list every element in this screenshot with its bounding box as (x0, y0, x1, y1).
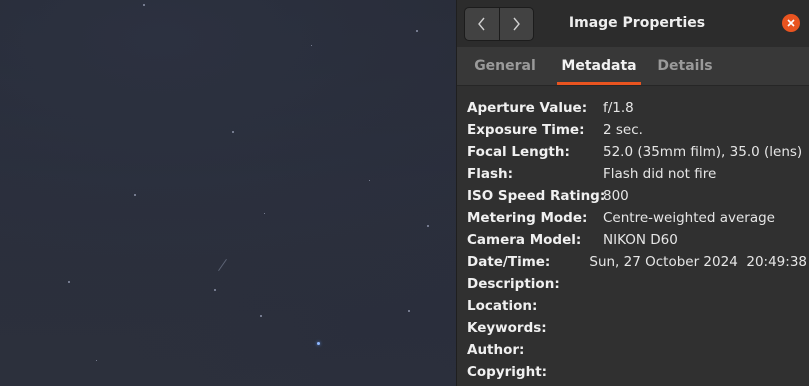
metadata-label: ISO Speed Rating: (467, 188, 606, 204)
star (369, 180, 370, 181)
metadata-label: Description: (467, 276, 560, 292)
metadata-value: f/1.8 (603, 100, 634, 116)
star (408, 310, 410, 312)
metadata-label: Flash: (467, 166, 514, 182)
metadata-label: Location: (467, 298, 538, 314)
metadata-value: 800 (603, 188, 629, 204)
star (260, 315, 262, 317)
metadata-label: Metering Mode: (467, 210, 588, 226)
header-bar: Image Properties (457, 0, 809, 47)
star (311, 45, 312, 46)
metadata-row-keywords: Keywords: (467, 317, 807, 339)
metadata-label: Author: (467, 342, 525, 358)
star (214, 289, 216, 291)
metadata-row-exposure: Exposure Time: 2 sec. (467, 119, 807, 141)
metadata-label: Aperture Value: (467, 100, 588, 116)
metadata-label: Exposure Time: (467, 122, 585, 138)
star (427, 225, 429, 227)
star (416, 30, 418, 32)
chevron-left-icon (477, 17, 485, 31)
next-button[interactable] (498, 8, 534, 40)
dialog-title: Image Properties (568, 15, 706, 31)
image-properties-dialog: Image Properties General Metadata Detail… (456, 0, 809, 386)
metadata-row-aperture: Aperture Value: f/1.8 (467, 97, 807, 119)
metadata-value: Centre-weighted average (603, 210, 775, 226)
navigation-group (464, 7, 534, 41)
metadata-row-iso: ISO Speed Rating: 800 (467, 185, 807, 207)
metadata-row-description: Description: (467, 273, 807, 295)
metadata-list: Aperture Value: f/1.8 Exposure Time: 2 s… (467, 97, 807, 383)
star (264, 213, 265, 214)
tab-general[interactable]: General (457, 47, 553, 85)
star (134, 194, 136, 196)
metadata-value: 2 sec. (603, 122, 643, 138)
metadata-row-metering: Metering Mode: Centre-weighted average (467, 207, 807, 229)
metadata-label: Focal Length: (467, 144, 570, 160)
chevron-right-icon (513, 17, 521, 31)
metadata-row-location: Location: (467, 295, 807, 317)
star (96, 360, 97, 361)
metadata-label: Keywords: (467, 320, 547, 336)
metadata-value: NIKON D60 (603, 232, 678, 248)
tab-metadata[interactable]: Metadata (553, 47, 645, 85)
tab-details[interactable]: Details (645, 47, 725, 85)
star (143, 4, 145, 6)
metadata-label: Copyright: (467, 364, 548, 380)
meteor-streak (218, 258, 227, 272)
tab-bar: General Metadata Details (457, 47, 809, 86)
metadata-row-flash: Flash: Flash did not fire (467, 163, 807, 185)
close-icon (787, 19, 795, 27)
metadata-row-copyright: Copyright: (467, 361, 807, 383)
previous-button[interactable] (465, 8, 499, 40)
star (232, 131, 234, 133)
metadata-label: Date/Time: (467, 254, 551, 270)
metadata-label: Camera Model: (467, 232, 582, 248)
metadata-value: Sun, 27 October 2024 20:49:38 (589, 254, 807, 270)
metadata-row-datetime: Date/Time: Sun, 27 October 2024 20:49:38 (467, 251, 807, 273)
metadata-row-camera: Camera Model: NIKON D60 (467, 229, 807, 251)
metadata-value: Flash did not fire (603, 166, 717, 182)
close-button[interactable] (782, 14, 800, 32)
metadata-value: 52.0 (35mm film), 35.0 (lens) (603, 144, 803, 160)
star (317, 342, 320, 345)
metadata-row-focal-length: Focal Length: 52.0 (35mm film), 35.0 (le… (467, 141, 807, 163)
star (68, 281, 70, 283)
metadata-row-author: Author: (467, 339, 807, 361)
